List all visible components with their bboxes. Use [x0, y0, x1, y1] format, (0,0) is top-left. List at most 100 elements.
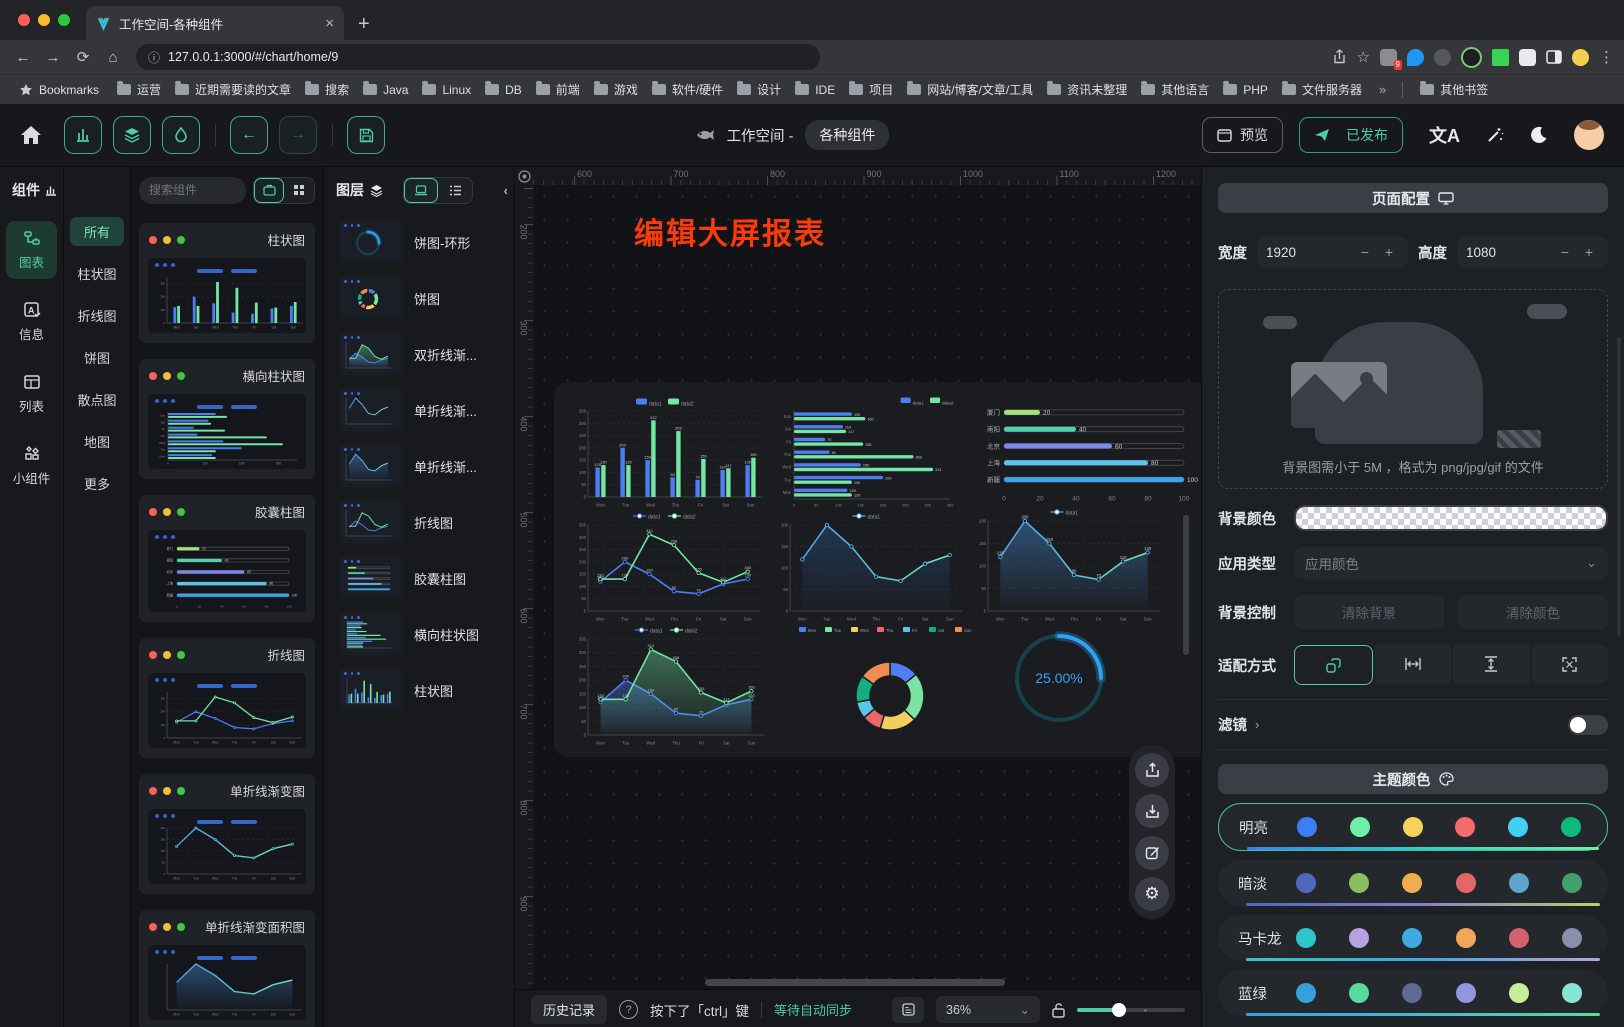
- height-input[interactable]: 1080 − +: [1457, 237, 1608, 267]
- browser-home-icon[interactable]: ⌂: [100, 49, 126, 66]
- component-card[interactable]: 胶囊柱图厦门20南阳40北京60上海80新疆100020406080100: [139, 495, 315, 622]
- sidebar-nav-图表[interactable]: 图表: [6, 221, 57, 279]
- bookmark-item[interactable]: Linux: [415, 83, 478, 97]
- width-input[interactable]: 1920 − +: [1257, 237, 1408, 267]
- category-柱状图[interactable]: 柱状图: [70, 259, 124, 288]
- bookmark-item[interactable]: 其他语言: [1134, 81, 1216, 98]
- close-window-button[interactable]: [18, 14, 30, 26]
- component-card[interactable]: 柱状图0100200300MonTueWedThuFriSatSun: [139, 223, 315, 343]
- theme-color-dot[interactable]: [1296, 983, 1316, 1003]
- theme-color-dot[interactable]: [1562, 873, 1582, 893]
- new-tab-button[interactable]: +: [358, 13, 370, 36]
- bookmark-item[interactable]: 软件/硬件: [645, 81, 730, 98]
- layer-item[interactable]: 胶囊柱图: [330, 551, 508, 605]
- theme-color-dot[interactable]: [1350, 817, 1370, 837]
- layer-item[interactable]: 饼图: [330, 271, 508, 325]
- clear-background-button[interactable]: 清除背景: [1294, 595, 1444, 629]
- chart-capsule-bar[interactable]: 厦门20南阳40北京60上海80新疆100020406080100: [970, 400, 1201, 502]
- bookmark-item[interactable]: DB: [478, 83, 529, 97]
- category-折线图[interactable]: 折线图: [70, 301, 124, 330]
- panel-scrollbar[interactable]: [1617, 337, 1621, 637]
- details-toggle-button[interactable]: [162, 116, 200, 154]
- extension-icon[interactable]: [1434, 49, 1451, 66]
- settings-button[interactable]: ⚙: [1135, 877, 1169, 911]
- fit-width-button[interactable]: [1375, 645, 1452, 683]
- export-button[interactable]: [1135, 753, 1169, 787]
- layer-item[interactable]: 折线图: [330, 495, 508, 549]
- canvas-text-title[interactable]: 编辑大屏报表: [634, 209, 826, 253]
- chart-line-single-gradient[interactable]: 050100150200MonTueWedThuFriSatSundata1: [772, 510, 968, 622]
- bookmark-item[interactable]: 网站/博客/文章/工具: [900, 81, 1040, 98]
- theme-color-dot[interactable]: [1508, 817, 1528, 837]
- theme-color-dot[interactable]: [1296, 873, 1316, 893]
- share-icon[interactable]: [1332, 49, 1347, 65]
- layer-item[interactable]: 双折线渐...: [330, 327, 508, 381]
- bookmark-item[interactable]: 资讯未整理: [1040, 81, 1134, 98]
- toolbox-view-button[interactable]: [254, 178, 284, 203]
- tab-close-icon[interactable]: ×: [325, 15, 334, 32]
- bookmark-item[interactable]: PHP: [1216, 83, 1275, 97]
- stepper-buttons[interactable]: − +: [1361, 244, 1399, 260]
- url-bar[interactable]: ⓘ 127.0.0.1:3000/#/chart/home/9: [136, 44, 820, 70]
- layer-item[interactable]: 横向柱状图: [330, 607, 508, 661]
- magic-wand-icon[interactable]: [1486, 126, 1504, 144]
- extensions-puzzle-icon[interactable]: [1519, 49, 1536, 66]
- theme-color-dot[interactable]: [1402, 928, 1422, 948]
- category-所有[interactable]: 所有: [70, 217, 124, 246]
- zoom-slider[interactable]: [1077, 1008, 1185, 1012]
- theme-color-dot[interactable]: [1403, 817, 1423, 837]
- preview-button[interactable]: 预览: [1202, 117, 1283, 153]
- page-config-tab[interactable]: 页面配置: [1218, 183, 1608, 213]
- apply-type-select[interactable]: 应用颜色 ⌄: [1294, 547, 1608, 579]
- forward-icon[interactable]: →: [40, 49, 66, 66]
- theme-row-蓝绿[interactable]: 蓝绿: [1218, 970, 1608, 1016]
- layer-item[interactable]: 单折线渐...: [330, 439, 508, 493]
- fit-stretch-button[interactable]: [1532, 645, 1609, 683]
- canvas-viewport[interactable]: 6007008009001000110012001300 20030040050…: [515, 167, 1201, 989]
- bookmark-star-icon[interactable]: ☆: [1357, 48, 1370, 66]
- thumbnail-view-button[interactable]: [404, 178, 438, 203]
- layer-item[interactable]: 柱状图: [330, 663, 508, 717]
- site-info-icon[interactable]: ⓘ: [148, 49, 160, 66]
- reload-icon[interactable]: ⟳: [70, 48, 96, 66]
- theme-row-马卡龙[interactable]: 马卡龙: [1218, 915, 1608, 961]
- bookmark-item[interactable]: 近期需要读的文章: [168, 81, 298, 98]
- dark-mode-moon-icon[interactable]: [1530, 126, 1548, 144]
- browser-tab[interactable]: 工作空间-各种组件 ×: [86, 6, 344, 40]
- component-card[interactable]: 单折线渐变面积图MonTueWedThuFriSatSun: [139, 910, 315, 1027]
- theme-color-dot[interactable]: [1456, 983, 1476, 1003]
- chart-bar-horizontal[interactable]: 050100150200250300350130160Sun110117Sat7…: [772, 396, 968, 508]
- bookmark-item[interactable]: 游戏: [587, 81, 645, 98]
- zoom-window-button[interactable]: [58, 14, 70, 26]
- chart-bar-grouped[interactable]: 050100150200250300350120130Mon200130Tue1…: [570, 396, 766, 508]
- slider-knob[interactable]: [1112, 1003, 1126, 1017]
- text-list-view-button[interactable]: [438, 178, 472, 203]
- components-toggle-button[interactable]: [64, 116, 102, 154]
- component-card[interactable]: 横向柱状图0100200300SunSatFriThuWedTueMon: [139, 359, 315, 479]
- browser-menu-icon[interactable]: ⋮: [1599, 48, 1614, 66]
- home-icon[interactable]: [20, 125, 42, 145]
- component-card[interactable]: 折线图0100200300MonTueWedThuFriSatSun: [139, 638, 315, 758]
- layers-toggle-button[interactable]: [113, 116, 151, 154]
- undo-button[interactable]: ←: [230, 116, 268, 154]
- horizontal-scrollbar[interactable]: [705, 979, 1005, 986]
- theme-color-header[interactable]: 主题颜色: [1218, 764, 1608, 794]
- eye-icon[interactable]: [518, 170, 531, 183]
- category-更多[interactable]: 更多: [70, 469, 124, 498]
- theme-color-dot[interactable]: [1297, 817, 1317, 837]
- theme-color-dot[interactable]: [1562, 928, 1582, 948]
- theme-color-dot[interactable]: [1509, 873, 1529, 893]
- theme-color-dot[interactable]: [1349, 873, 1369, 893]
- background-color-swatch[interactable]: [1294, 505, 1608, 531]
- theme-color-dot[interactable]: [1561, 817, 1581, 837]
- theme-color-dot[interactable]: [1296, 928, 1316, 948]
- bookmark-item[interactable]: 文件服务器: [1275, 81, 1369, 98]
- extension-icon[interactable]: 9: [1380, 49, 1397, 66]
- other-bookmarks[interactable]: 其他书签: [1413, 81, 1495, 98]
- fit-auto-button[interactable]: [1294, 645, 1373, 685]
- theme-color-dot[interactable]: [1562, 983, 1582, 1003]
- layer-item[interactable]: 饼图-环形: [330, 215, 508, 269]
- fit-height-button[interactable]: [1453, 645, 1530, 683]
- search-input[interactable]: [139, 177, 246, 204]
- dashboard-preview[interactable]: 050100150200250300350120130Mon200130Tue1…: [554, 382, 1201, 757]
